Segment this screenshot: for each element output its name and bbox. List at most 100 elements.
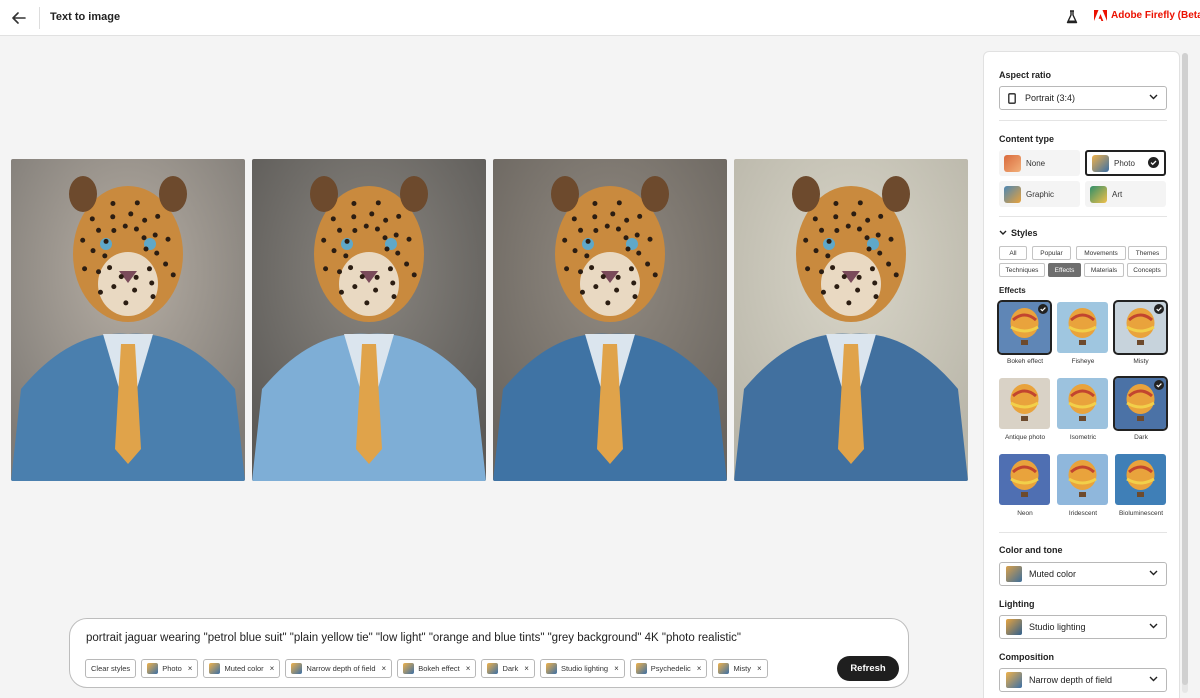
checkmark-circle-icon [1038, 304, 1048, 314]
checkmark-circle-icon [1148, 157, 1159, 168]
style-thumb-icon [209, 663, 221, 674]
color-tone-value: Muted color [1029, 569, 1077, 579]
effect-label: Neon [1017, 510, 1033, 517]
effect-label: Bioluminescent [1118, 510, 1164, 517]
close-icon[interactable]: × [188, 664, 193, 673]
aspect-ratio-label: Aspect ratio [999, 70, 1052, 80]
refresh-button[interactable]: Refresh [837, 656, 899, 681]
adobe-logo-icon [1094, 10, 1107, 21]
divider [999, 532, 1167, 533]
jaguar-portrait-2[interactable] [252, 159, 486, 481]
lighting-select[interactable]: Studio lighting [999, 615, 1167, 639]
lighting-label: Lighting [999, 599, 1035, 609]
style-thumb-icon [635, 663, 647, 674]
hot-air-balloon-icon [1057, 302, 1108, 353]
close-icon[interactable]: × [524, 664, 529, 673]
hot-air-balloon-icon [999, 378, 1050, 429]
effect-bioluminescent[interactable] [1115, 454, 1166, 505]
style-chip[interactable]: Psychedelic × [629, 659, 708, 678]
effect-label: Fisheye [1071, 358, 1095, 365]
style-chip[interactable]: Dark × [481, 659, 535, 678]
content-type-graphic-label: Graphic [1026, 189, 1055, 199]
close-icon[interactable]: × [614, 664, 619, 673]
tab-movements[interactable]: Movements [1076, 246, 1126, 260]
tab-effects[interactable]: Effects [1048, 263, 1081, 277]
clear-styles-button[interactable]: Clear styles [85, 659, 137, 678]
effect-label: Dark [1134, 434, 1148, 441]
content-type-photo[interactable]: Photo [1085, 150, 1166, 176]
effect-label: Bokeh effect [1006, 358, 1044, 365]
style-chip[interactable]: Studio lighting × [539, 659, 625, 678]
close-icon[interactable]: × [466, 664, 471, 673]
photo-thumb-icon [1092, 154, 1109, 172]
effect-bokeh-effect[interactable] [997, 300, 1052, 355]
brand: Adobe Firefly (Beta) [1094, 10, 1200, 21]
scrollbar-thumb[interactable] [1182, 53, 1188, 685]
content-type-none-label: None [1026, 158, 1046, 168]
brand-name: Adobe Firefly (Beta) [1111, 10, 1200, 21]
tab-themes[interactable]: Themes [1128, 246, 1167, 260]
style-chip[interactable]: Narrow depth of field × [285, 659, 393, 678]
effect-isometric[interactable] [1057, 378, 1108, 429]
close-icon[interactable]: × [382, 664, 387, 673]
prompt-input[interactable]: portrait jaguar wearing "petrol blue sui… [86, 632, 741, 644]
studio-lighting-thumb-icon [1006, 619, 1022, 635]
jaguar-portrait-4[interactable] [734, 159, 968, 481]
close-icon[interactable]: × [757, 664, 762, 673]
style-chip-label: Misty [733, 664, 751, 673]
style-chip[interactable]: Muted color × [203, 659, 281, 678]
effect-neon[interactable] [999, 454, 1050, 505]
jaguar-portrait-3[interactable] [493, 159, 727, 481]
header-divider [39, 7, 40, 29]
divider [999, 216, 1167, 217]
divider [999, 120, 1167, 121]
color-tone-select[interactable]: Muted color [999, 562, 1167, 586]
close-icon[interactable]: × [697, 664, 702, 673]
tab-all[interactable]: All [999, 246, 1027, 260]
style-thumb-icon [291, 663, 303, 674]
muted-color-thumb-icon [1006, 566, 1022, 582]
prompt-box: portrait jaguar wearing "petrol blue sui… [69, 618, 909, 688]
hot-air-balloon-icon [1057, 378, 1108, 429]
aspect-ratio-select[interactable]: Portrait (3:4) [999, 86, 1167, 110]
style-chips: Clear styles Photo × Muted color × Narrow de… [85, 659, 768, 678]
effect-fisheye[interactable] [1057, 302, 1108, 353]
composition-select[interactable]: Narrow depth of field [999, 668, 1167, 692]
beta-lab-button[interactable] [1063, 8, 1081, 26]
style-thumb-icon [147, 663, 159, 674]
composition-label: Composition [999, 652, 1054, 662]
effect-iridescent[interactable] [1057, 454, 1108, 505]
tab-materials[interactable]: Materials [1084, 263, 1124, 277]
none-thumb-icon [1004, 154, 1021, 172]
back-button[interactable] [6, 6, 32, 30]
content-type-photo-label: Photo [1114, 158, 1135, 168]
effect-dark[interactable] [1113, 376, 1168, 431]
settings-panel: Aspect ratio Portrait (3:4) Content type… [983, 51, 1180, 698]
styles-toggle[interactable]: Styles [999, 228, 1038, 238]
effect-misty[interactable] [1113, 300, 1168, 355]
style-chip-label: Bokeh effect [418, 664, 460, 673]
chevron-down-icon [1149, 623, 1158, 629]
panel-scrollbar[interactable] [1182, 53, 1188, 693]
style-chip[interactable]: Misty × [712, 659, 768, 678]
style-thumb-icon [545, 663, 557, 674]
style-chip[interactable]: Photo × [141, 659, 199, 678]
tab-concepts[interactable]: Concepts [1127, 263, 1167, 277]
portrait-icon [1008, 92, 1016, 104]
tab-popular[interactable]: Popular [1032, 246, 1071, 260]
content-type-none[interactable]: None [999, 150, 1080, 176]
tab-techniques[interactable]: Techniques [999, 263, 1045, 277]
content-type-art[interactable]: Art [1085, 181, 1166, 207]
close-icon[interactable]: × [270, 664, 275, 673]
hot-air-balloon-icon [1115, 454, 1166, 505]
style-chip-label: Narrow depth of field [306, 664, 376, 673]
content-type-graphic[interactable]: Graphic [999, 181, 1080, 207]
composition-value: Narrow depth of field [1029, 675, 1113, 685]
style-chip-label: Muted color [224, 664, 264, 673]
narrow-dof-thumb-icon [1006, 672, 1022, 688]
effect-antique-photo[interactable] [999, 378, 1050, 429]
style-chip[interactable]: Bokeh effect × [397, 659, 477, 678]
style-thumb-icon [718, 663, 730, 674]
jaguar-portrait-1[interactable] [11, 159, 245, 481]
hot-air-balloon-icon [999, 454, 1050, 505]
